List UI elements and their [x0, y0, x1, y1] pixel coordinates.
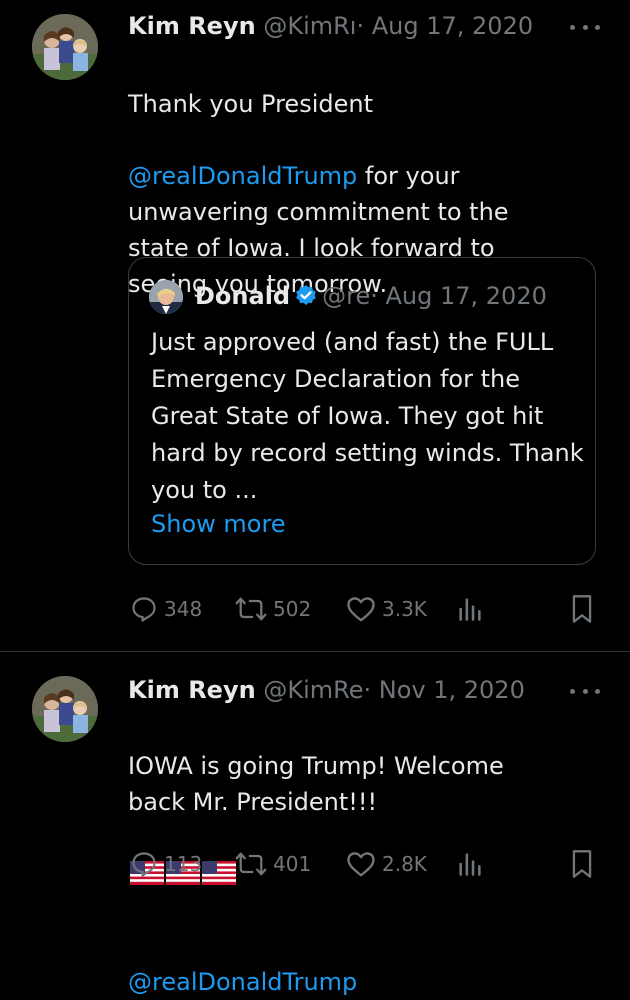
heart-icon: [347, 597, 375, 622]
tweet-2[interactable]: Kim Reyn @KimRe· Nov 1, 2020 IOWA is goi…: [0, 652, 630, 996]
like-count: 3.3K: [382, 597, 427, 621]
bookmark-icon: [572, 850, 592, 878]
views-icon: [459, 598, 481, 621]
bookmark-icon: [572, 595, 592, 623]
reply-count: 348: [164, 597, 203, 621]
reply-icon: [132, 597, 156, 622]
quoted-author-avatar[interactable]: [149, 280, 183, 314]
views-icon: [459, 853, 481, 876]
verified-badge-icon: [296, 285, 316, 305]
reply-button[interactable]: 348: [130, 593, 202, 625]
tweet-actions: 113 401 2.8K: [128, 848, 598, 880]
quoted-tweet-header: Donald @re· Aug 17, 2020: [195, 281, 547, 311]
quoted-tweet[interactable]: Donald @re· Aug 17, 2020 Just approved (…: [128, 257, 596, 565]
repost-icon: [235, 852, 267, 876]
show-more-link[interactable]: Show more: [151, 509, 286, 539]
reply-count: 113: [164, 852, 203, 876]
views-button[interactable]: [456, 848, 490, 880]
mention-link[interactable]: @realDonaldTrump: [128, 968, 357, 996]
tweet-text-intro: Thank you President: [128, 90, 373, 118]
tweet-text-intro: IOWA is going Trump! Welcome back Mr. Pr…: [128, 752, 504, 816]
quoted-tweet-text: Just approved (and fast) the FULL Emerge…: [151, 328, 584, 504]
like-count: 2.8K: [382, 852, 427, 876]
separator-dot: ·: [370, 282, 378, 310]
reply-icon: [132, 852, 156, 877]
repost-icon: [235, 597, 267, 621]
repost-count: 502: [273, 597, 312, 621]
author-avatar[interactable]: [32, 676, 98, 742]
heart-icon: [347, 852, 375, 877]
tweet-date[interactable]: Aug 17, 2020: [372, 12, 533, 40]
tweet-header: Kim Reyn @KimRe· Nov 1, 2020: [128, 676, 525, 704]
tweet-date[interactable]: Nov 1, 2020: [379, 676, 525, 704]
tweet-1[interactable]: Kim Reyn @KimRı· Aug 17, 2020 Thank you …: [0, 0, 630, 651]
author-avatar[interactable]: [32, 14, 98, 80]
reply-button[interactable]: 113: [130, 848, 202, 880]
separator-dot: ·: [356, 12, 365, 40]
more-dots-icon[interactable]: [570, 22, 600, 32]
author-name[interactable]: Kim Reyn: [128, 676, 256, 704]
views-button[interactable]: [456, 593, 490, 625]
quoted-tweet-date[interactable]: Aug 17, 2020: [386, 282, 547, 310]
quoted-author-name[interactable]: Donald: [195, 282, 290, 310]
quoted-author-handle[interactable]: @re: [322, 282, 370, 310]
mention-link[interactable]: @realDonaldTrump: [128, 162, 357, 190]
like-button[interactable]: 2.8K: [346, 848, 427, 880]
tweet-actions: 348 502 3.3K: [128, 593, 598, 625]
tweet-header: Kim Reyn @KimRı· Aug 17, 2020: [128, 12, 533, 40]
author-handle[interactable]: @KimRe: [263, 676, 363, 704]
repost-button[interactable]: 502: [235, 593, 311, 625]
separator-dot: ·: [363, 676, 372, 704]
author-handle[interactable]: @KimRı: [263, 12, 356, 40]
repost-count: 401: [273, 852, 312, 876]
more-dots-icon[interactable]: [570, 686, 600, 696]
like-button[interactable]: 3.3K: [346, 593, 427, 625]
bookmark-button[interactable]: [568, 848, 602, 880]
repost-button[interactable]: 401: [235, 848, 311, 880]
author-name[interactable]: Kim Reyn: [128, 12, 256, 40]
bookmark-button[interactable]: [568, 593, 602, 625]
